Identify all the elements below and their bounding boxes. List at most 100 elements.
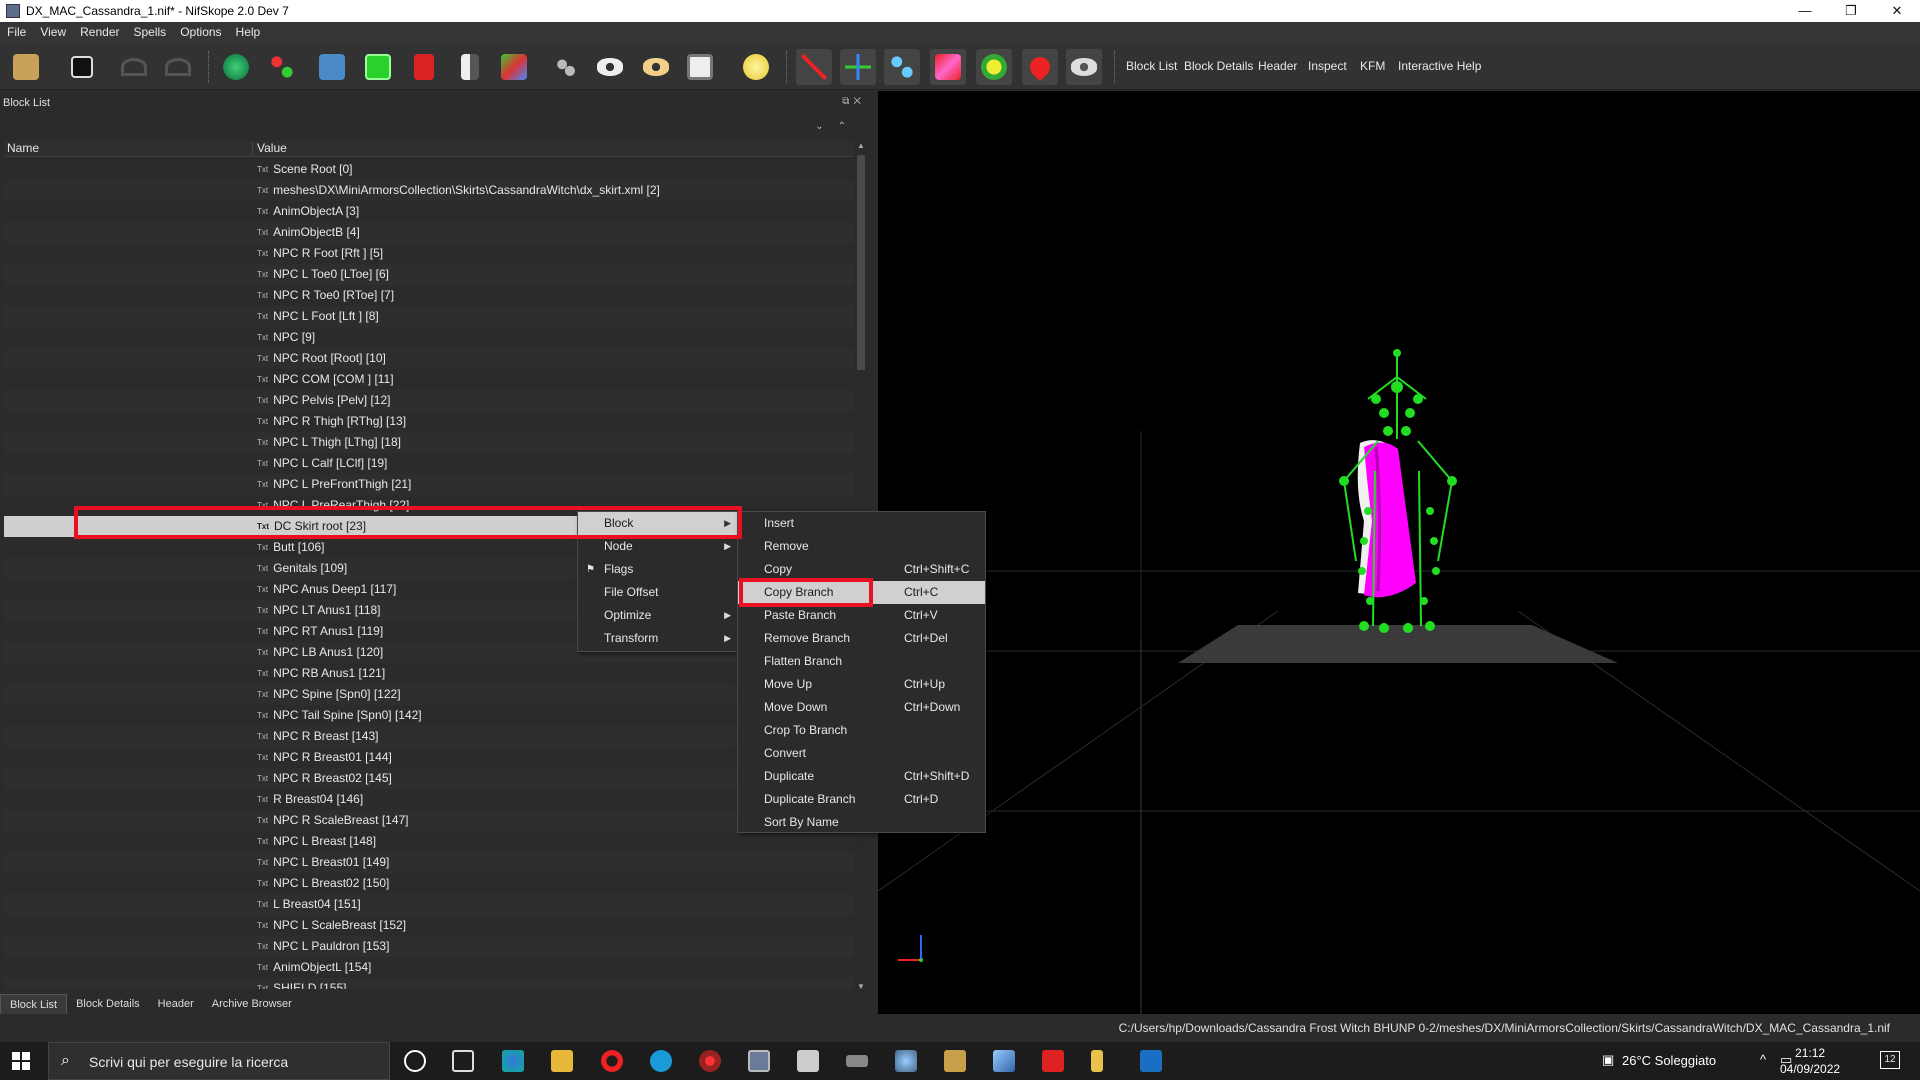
select-vertex-icon[interactable] — [264, 49, 300, 85]
tab-archive-browser[interactable]: Archive Browser — [203, 994, 301, 1014]
tree-row[interactable]: 150 NiNodeTxtL Breast04 [151] — [4, 894, 854, 915]
eye-hidden-icon[interactable] — [638, 49, 674, 85]
tree-row[interactable]: 151 NiNodeTxtNPC L ScaleBreast [152] — [4, 915, 854, 936]
tree-row[interactable]: 1 NiStringExtraDataTxtmeshes\DX\MiniArmo… — [4, 180, 854, 201]
skype-icon[interactable] — [650, 1050, 672, 1072]
tree-row[interactable]: 144 NiNodeTxtNPC R Breast02 [145] — [4, 768, 854, 789]
file-explorer-icon[interactable] — [551, 1050, 573, 1072]
show-skeleton-icon[interactable] — [884, 49, 920, 85]
tree-row[interactable]: 154 NiNodeTxtSHIELD [155] — [4, 978, 854, 989]
menu-options[interactable]: Options — [173, 22, 228, 43]
tree-row[interactable]: ▼8 NiNodeTxtNPC [9] — [4, 327, 854, 348]
block-menu-item-sort-by-name[interactable]: Sort By Name — [738, 811, 985, 834]
scroll-down-icon[interactable]: ▼ — [855, 982, 867, 991]
tree-row[interactable]: 149 NiNodeTxtNPC L Breast02 [150] — [4, 873, 854, 894]
weather-icon[interactable]: ▣ — [1602, 1052, 1614, 1068]
block-menu-item-move-up[interactable]: Move Up Ctrl+Up — [738, 673, 985, 696]
show-hidden-icon[interactable] — [1066, 49, 1102, 85]
tree-row[interactable]: ▶121 NiNodeTxtNPC Spine [Spn0] [122] — [4, 684, 854, 705]
scroll-up-icon[interactable]: ▲ — [855, 141, 867, 150]
context-menu-item-transform[interactable]: Transform ▶ — [578, 627, 739, 650]
tree-row[interactable]: 7 NiNodeTxtNPC L Foot [Lft ] [8] — [4, 306, 854, 327]
windows-start-icon[interactable] — [12, 1052, 30, 1070]
tree-row[interactable]: ▼9 NiNodeTxtNPC Root [Root] [10] — [4, 348, 854, 369]
tab-header[interactable]: Header — [149, 994, 203, 1014]
toolbar-header-button[interactable]: Header — [1258, 43, 1297, 90]
menu-help[interactable]: Help — [229, 22, 268, 43]
tree-row[interactable]: 153 NiNodeTxtAnimObjectL [154] — [4, 957, 854, 978]
block-menu-item-remove-branch[interactable]: Remove Branch Ctrl+Del — [738, 627, 985, 650]
tree-row[interactable]: 143 NiNodeTxtNPC R Breast01 [144] — [4, 747, 854, 768]
front-view-icon[interactable] — [360, 49, 396, 85]
tree-row[interactable]: 145 NiNodeTxtR Breast04 [146] — [4, 789, 854, 810]
toolbar-block-list-button[interactable]: Block List — [1126, 43, 1177, 90]
menu-render[interactable]: Render — [73, 22, 126, 43]
tree-row[interactable]: 142 NiNodeTxtNPC R Breast [143] — [4, 726, 854, 747]
open-file-icon[interactable] — [8, 49, 44, 85]
tree-row[interactable]: 147 NiNodeTxtNPC L Breast [148] — [4, 831, 854, 852]
eye-icon[interactable] — [592, 49, 628, 85]
tree-row[interactable]: 6 NiNodeTxtNPC R Toe0 [RToe] [7] — [4, 285, 854, 306]
tree-row[interactable]: ▶12 NiNodeTxtNPC R Thigh [RThg] [13] — [4, 411, 854, 432]
app-star-icon[interactable] — [944, 1050, 966, 1072]
tree-row[interactable]: ▼10 NiNodeTxtNPC COM [COM ] [11] — [4, 369, 854, 390]
block-menu-item-copy[interactable]: Copy Ctrl+Shift+C — [738, 558, 985, 581]
column-header-value[interactable]: Value — [253, 141, 287, 156]
save-icon[interactable] — [64, 49, 100, 85]
tab-block-list[interactable]: Block List — [0, 994, 68, 1014]
notification-icon[interactable]: 12 — [1880, 1051, 1900, 1069]
render-viewport[interactable] — [878, 91, 1920, 1014]
block-menu-item-insert[interactable]: Insert — [738, 512, 985, 535]
tree-row[interactable]: 4 NiNodeTxtNPC R Foot [Rft ] [5] — [4, 243, 854, 264]
context-menu-item-node[interactable]: Node ▶ — [578, 535, 739, 558]
block-menu-item-remove[interactable]: Remove — [738, 535, 985, 558]
block-menu-item-copy-branch[interactable]: Copy Branch Ctrl+C — [738, 581, 985, 604]
nifskope-taskbar-icon[interactable] — [748, 1050, 770, 1072]
tree-row[interactable]: ▼0 NiNodeTxtScene Root [0] — [4, 159, 854, 180]
column-header-name[interactable]: Name — [4, 141, 253, 156]
taskbar-search-box[interactable]: ⌕ Scrivi qui per eseguire la ricerca — [48, 1042, 390, 1080]
tree-row[interactable]: 5 NiNodeTxtNPC L Toe0 [LToe] [6] — [4, 264, 854, 285]
user-view-icon[interactable] — [496, 49, 532, 85]
menu-file[interactable]: File — [0, 22, 33, 43]
show-collision-icon[interactable] — [930, 49, 966, 85]
tree-row[interactable]: 20 NiNodeTxtNPC L PreFrontThigh [21] — [4, 474, 854, 495]
minimize-button[interactable]: — — [1782, 0, 1828, 22]
block-menu-item-duplicate-branch[interactable]: Duplicate Branch Ctrl+D — [738, 788, 985, 811]
footsteps-icon[interactable] — [548, 49, 584, 85]
perspective-cube-icon[interactable] — [314, 49, 350, 85]
block-menu-item-paste-branch[interactable]: Paste Branch Ctrl+V — [738, 604, 985, 627]
app-hardware-icon[interactable] — [846, 1055, 868, 1067]
app-feather-icon[interactable] — [993, 1050, 1015, 1072]
tree-row[interactable]: 146 NiNodeTxtNPC R ScaleBreast [147] — [4, 810, 854, 831]
toolbar-inspect-button[interactable]: Inspect — [1308, 43, 1347, 90]
cortana-icon[interactable] — [404, 1050, 426, 1072]
menu-view[interactable]: View — [33, 22, 73, 43]
toolbar-block-details-button[interactable]: Block Details — [1184, 43, 1253, 90]
task-view-icon[interactable] — [452, 1050, 474, 1072]
collapse-expand-arrows-icon[interactable]: ⌄⌃ — [815, 121, 860, 132]
app-window-icon[interactable] — [1140, 1050, 1162, 1072]
show-markers-icon[interactable] — [1022, 49, 1058, 85]
app-arrow-icon[interactable] — [1091, 1050, 1103, 1072]
tab-block-details[interactable]: Block Details — [67, 994, 149, 1014]
screenshot-camera-icon[interactable] — [682, 49, 718, 85]
opera-icon[interactable] — [601, 1050, 623, 1072]
tree-row[interactable]: 141 NiNodeTxtNPC Tail Spine [Spn0] [142] — [4, 705, 854, 726]
tree-row[interactable]: 148 NiNodeTxtNPC L Breast01 [149] — [4, 852, 854, 873]
tray-chevron-icon[interactable]: ^ — [1760, 1052, 1766, 1067]
app-grid-icon[interactable] — [797, 1050, 819, 1072]
maximize-button[interactable]: ❐ — [1828, 0, 1874, 22]
menu-spells[interactable]: Spells — [127, 22, 174, 43]
app-gear-icon[interactable] — [699, 1050, 721, 1072]
close-button[interactable]: ✕ — [1874, 0, 1920, 22]
context-menu-item-optimize[interactable]: Optimize ▶ — [578, 604, 739, 627]
top-view-icon[interactable] — [452, 49, 488, 85]
tree-row[interactable]: 2 NiNodeTxtAnimObjectA [3] — [4, 201, 854, 222]
show-constraints-icon[interactable] — [976, 49, 1012, 85]
select-object-icon[interactable] — [218, 49, 254, 85]
block-menu-item-crop-to-branch[interactable]: Crop To Branch — [738, 719, 985, 742]
block-menu-item-flatten-branch[interactable]: Flatten Branch — [738, 650, 985, 673]
app-paint-icon[interactable] — [895, 1050, 917, 1072]
show-axes-icon[interactable] — [796, 49, 832, 85]
